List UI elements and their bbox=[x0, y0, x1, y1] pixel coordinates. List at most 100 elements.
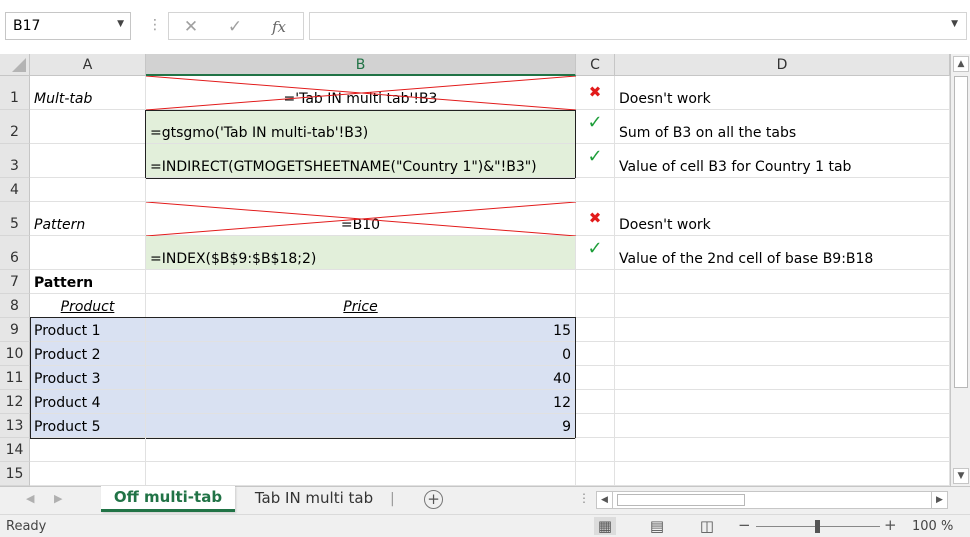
name-box-dropdown-icon[interactable]: ▼ bbox=[117, 19, 124, 29]
cell-c4[interactable] bbox=[576, 178, 615, 202]
expand-formula-bar-icon[interactable]: ▼ bbox=[951, 19, 958, 29]
header-product[interactable]: Product bbox=[30, 294, 146, 318]
row-header-13[interactable]: 13 bbox=[0, 414, 30, 438]
horizontal-scrollbar[interactable]: ◀ ▶ bbox=[596, 491, 948, 509]
vertical-scrollbar[interactable]: ▲ ▼ bbox=[950, 54, 970, 486]
cell-c12[interactable] bbox=[576, 390, 615, 414]
cell-a3[interactable] bbox=[30, 144, 146, 178]
cell-b15[interactable] bbox=[146, 462, 576, 486]
row-header-11[interactable]: 11 bbox=[0, 366, 30, 390]
zoom-out-icon[interactable]: − bbox=[738, 516, 751, 534]
row-header-7[interactable]: 7 bbox=[0, 270, 30, 294]
cross-icon: ✖ bbox=[576, 76, 615, 110]
cell-a1[interactable]: Mult-tab bbox=[30, 76, 146, 110]
cell-a2[interactable] bbox=[30, 110, 146, 144]
cell-c13[interactable] bbox=[576, 414, 615, 438]
tab-splitter-icon[interactable]: ⋮ bbox=[578, 491, 590, 505]
cell-a5[interactable]: Pattern bbox=[30, 202, 146, 236]
normal-view-icon[interactable]: ▦ bbox=[594, 517, 616, 535]
scroll-right-icon[interactable]: ▶ bbox=[931, 492, 947, 508]
cell-d2[interactable]: Sum of B3 on all the tabs bbox=[615, 110, 950, 144]
zoom-level[interactable]: 100 % bbox=[912, 519, 953, 534]
check-icon: ✓ bbox=[576, 110, 615, 144]
cell-c9[interactable] bbox=[576, 318, 615, 342]
row-header-3[interactable]: 3 bbox=[0, 144, 30, 178]
page-break-view-icon[interactable]: ◫ bbox=[696, 517, 718, 535]
row-header-12[interactable]: 12 bbox=[0, 390, 30, 414]
cell-d4[interactable] bbox=[615, 178, 950, 202]
cell-c15[interactable] bbox=[576, 462, 615, 486]
row-header-15[interactable]: 15 bbox=[0, 462, 30, 486]
page-layout-view-icon[interactable]: ▤ bbox=[646, 517, 668, 535]
cell-d13[interactable] bbox=[615, 414, 950, 438]
formula-input[interactable]: ▼ bbox=[309, 12, 967, 40]
cell-d9[interactable] bbox=[615, 318, 950, 342]
formula-bar-icons: ✕ ✓ fx bbox=[168, 12, 304, 40]
cell-a4[interactable] bbox=[30, 178, 146, 202]
scroll-up-icon[interactable]: ▲ bbox=[953, 56, 969, 72]
enter-icon[interactable]: ✓ bbox=[221, 15, 249, 39]
row-header-9[interactable]: 9 bbox=[0, 318, 30, 342]
row-header-6[interactable]: 6 bbox=[0, 236, 30, 270]
cell-a6[interactable] bbox=[30, 236, 146, 270]
cell-b4[interactable] bbox=[146, 178, 576, 202]
row-header-2[interactable]: 2 bbox=[0, 110, 30, 144]
cell-c7[interactable] bbox=[576, 270, 615, 294]
cell-d3[interactable]: Value of cell B3 for Country 1 tab bbox=[615, 144, 950, 178]
cell-c10[interactable] bbox=[576, 342, 615, 366]
horizontal-scroll-thumb[interactable] bbox=[617, 494, 745, 506]
table-border bbox=[30, 317, 576, 439]
cell-d5[interactable]: Doesn't work bbox=[615, 202, 950, 236]
cell-a14[interactable] bbox=[30, 438, 146, 462]
worksheet-grid: A B C D 1 2 3 4 5 6 7 8 9 10 11 12 13 14… bbox=[0, 54, 950, 486]
scroll-down-icon[interactable]: ▼ bbox=[953, 468, 969, 484]
add-sheet-icon[interactable]: + bbox=[424, 490, 443, 509]
row-header-8[interactable]: 8 bbox=[0, 294, 30, 318]
row-header-5[interactable]: 5 bbox=[0, 202, 30, 236]
formula-bar-grip-icon: ⋮ bbox=[148, 17, 162, 33]
cell-d10[interactable] bbox=[615, 342, 950, 366]
select-all-corner[interactable] bbox=[0, 54, 30, 76]
insert-function-icon[interactable]: fx bbox=[265, 15, 293, 39]
cancel-icon[interactable]: ✕ bbox=[177, 15, 205, 39]
zoom-in-icon[interactable]: + bbox=[884, 516, 897, 534]
formula-block-border bbox=[145, 110, 576, 179]
row-header-14[interactable]: 14 bbox=[0, 438, 30, 462]
cell-a7[interactable]: Pattern bbox=[30, 270, 146, 294]
cell-a15[interactable] bbox=[30, 462, 146, 486]
tab-scroll-left-icon[interactable]: ◀ bbox=[26, 492, 34, 505]
column-header-d[interactable]: D bbox=[615, 54, 950, 76]
cell-d8[interactable] bbox=[615, 294, 950, 318]
cell-b14[interactable] bbox=[146, 438, 576, 462]
row-header-4[interactable]: 4 bbox=[0, 178, 30, 202]
zoom-slider-knob[interactable] bbox=[815, 520, 820, 533]
column-header-b[interactable]: B bbox=[146, 54, 576, 76]
cell-d11[interactable] bbox=[615, 366, 950, 390]
cell-d6[interactable]: Value of the 2nd cell of base B9:B18 bbox=[615, 236, 950, 270]
vertical-scroll-thumb[interactable] bbox=[954, 76, 968, 388]
tab-off-multi-tab[interactable]: Off multi-tab bbox=[101, 486, 235, 512]
header-price[interactable]: Price bbox=[146, 294, 576, 318]
tab-tab-in-multi-tab[interactable]: Tab IN multi tab bbox=[240, 487, 388, 511]
row-header-10[interactable]: 10 bbox=[0, 342, 30, 366]
cell-d7[interactable] bbox=[615, 270, 950, 294]
cell-d14[interactable] bbox=[615, 438, 950, 462]
strike-lines-b5 bbox=[146, 202, 576, 236]
cell-c14[interactable] bbox=[576, 438, 615, 462]
row-header-1[interactable]: 1 bbox=[0, 76, 30, 110]
cell-d1[interactable]: Doesn't work bbox=[615, 76, 950, 110]
cell-c11[interactable] bbox=[576, 366, 615, 390]
status-ready: Ready bbox=[6, 519, 47, 534]
tab-scroll-right-icon[interactable]: ▶ bbox=[54, 492, 62, 505]
cell-b6[interactable]: =INDEX($B$9:$B$18;2) bbox=[146, 236, 576, 270]
status-bar: Ready ▦ ▤ ◫ − + 100 % bbox=[0, 514, 970, 537]
cell-c8[interactable] bbox=[576, 294, 615, 318]
name-box[interactable]: B17 ▼ bbox=[5, 12, 131, 40]
cell-d12[interactable] bbox=[615, 390, 950, 414]
cell-d15[interactable] bbox=[615, 462, 950, 486]
column-header-a[interactable]: A bbox=[30, 54, 146, 76]
cell-b7[interactable] bbox=[146, 270, 576, 294]
column-header-c[interactable]: C bbox=[576, 54, 615, 76]
formula-bar: B17 ▼ ⋮ ✕ ✓ fx ▼ bbox=[0, 0, 970, 54]
scroll-left-icon[interactable]: ◀ bbox=[597, 492, 613, 508]
